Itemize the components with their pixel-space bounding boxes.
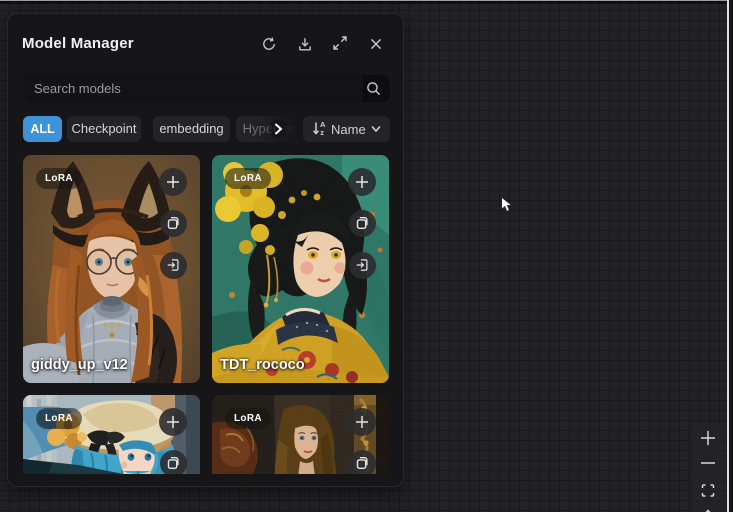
svg-text:z: z bbox=[320, 128, 324, 137]
